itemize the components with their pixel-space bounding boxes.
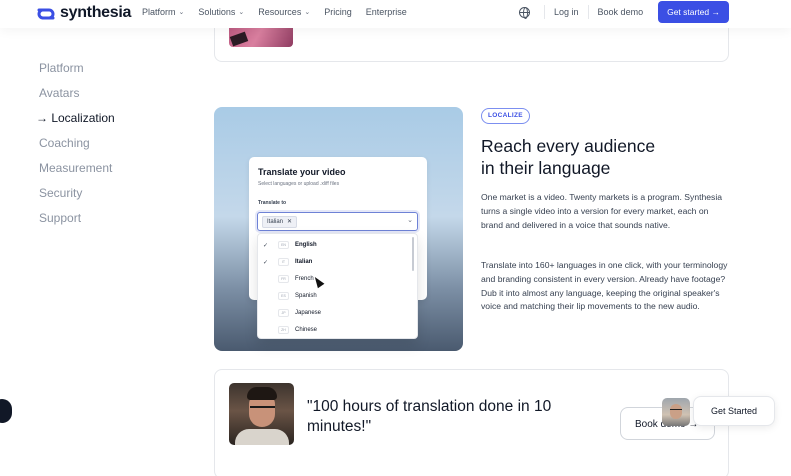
chip-label: Italian	[267, 219, 284, 225]
portrait-shirt	[235, 429, 289, 445]
get-started-button[interactable]: Get started →	[658, 1, 729, 23]
chat-widget-icon[interactable]	[0, 399, 12, 423]
portrait-glasses	[250, 406, 275, 412]
sidebar-item-coaching[interactable]: Coaching	[39, 135, 115, 160]
nav-label: Platform	[142, 7, 176, 17]
language-select[interactable]: Italian ✕ ⌄	[257, 212, 418, 231]
language-code: FR	[278, 275, 289, 283]
language-name: Chinese	[295, 327, 318, 333]
language-option-french[interactable]: FR French	[258, 271, 408, 287]
portrait-hair	[247, 387, 277, 400]
nav-label: Resources	[258, 7, 302, 17]
primary-nav: Platform ⌄ Solutions ⌄ Resources ⌄ Pricing …	[142, 7, 407, 17]
translate-card-title: Translate your video	[258, 167, 346, 177]
login-link[interactable]: Log in	[544, 5, 588, 19]
section-headline: Reach every audience in their language	[481, 135, 721, 179]
nav-platform[interactable]: Platform ⌄	[142, 7, 184, 17]
nav-solutions[interactable]: Solutions ⌄	[198, 7, 244, 17]
chevron-down-icon: ⌄	[304, 9, 311, 16]
chevron-down-icon: ⌄	[178, 9, 185, 16]
nav-pricing[interactable]: Pricing	[324, 7, 352, 17]
top-nav-bar: synthesia Platform ⌄ Solutions ⌄ Resources…	[0, 0, 791, 28]
sidebar-item-security[interactable]: Security	[39, 185, 115, 210]
language-name: Spanish	[295, 293, 317, 299]
translate-to-label: Translate to	[258, 200, 287, 206]
language-chip: Italian ✕	[262, 216, 298, 228]
sidebar-item-support[interactable]: Support	[39, 210, 115, 235]
chevron-down-icon: ⌄	[238, 9, 245, 16]
sidebar-item-localization[interactable]: → Localization	[36, 110, 115, 135]
sidebar-item-avatars[interactable]: Avatars	[39, 85, 115, 110]
avatar-glasses	[670, 409, 682, 412]
globe-icon[interactable]	[519, 6, 531, 19]
language-name: Italian	[295, 259, 313, 265]
book-demo-link[interactable]: Book demo	[587, 5, 653, 19]
language-name: Japanese	[295, 310, 322, 316]
close-icon[interactable]: ✕	[287, 217, 292, 227]
language-option-japanese[interactable]: JP Japanese	[258, 305, 408, 321]
dropdown-scrollbar[interactable]	[412, 237, 414, 271]
synthesia-logo-icon	[37, 7, 55, 20]
language-dropdown: ✓ EN English ✓ IT Italian FR French ES S…	[257, 233, 418, 339]
sidebar-item-measurement[interactable]: Measurement	[39, 160, 115, 185]
testimonial-quote: "100 hours of translation done in 10 min…	[307, 398, 552, 435]
check-icon: ✓	[263, 259, 269, 266]
brand-name: synthesia	[60, 4, 132, 21]
language-code: IT	[278, 258, 289, 266]
language-code: ZH	[278, 326, 289, 334]
nav-enterprise[interactable]: Enterprise	[366, 7, 407, 17]
body-paragraph-2: Translate into 160+ languages in one cli…	[481, 260, 728, 312]
sidebar-item-platform[interactable]: Platform	[39, 60, 115, 85]
nav-label: Pricing	[324, 7, 352, 17]
body-paragraph-1: One market is a video. Twenty markets is…	[481, 192, 723, 230]
language-option-italian[interactable]: ✓ IT Italian	[258, 254, 408, 270]
check-icon: ✓	[263, 242, 269, 249]
language-code: ES	[278, 292, 289, 300]
floating-get-started-button[interactable]: Get Started	[693, 396, 775, 426]
nav-resources[interactable]: Resources ⌄	[258, 7, 310, 17]
chevron-down-icon[interactable]: ⌄	[407, 216, 413, 224]
language-option-chinese[interactable]: ZH Chinese	[258, 322, 408, 338]
language-name: English	[295, 242, 317, 248]
language-option-spanish[interactable]: ES Spanish	[258, 288, 408, 304]
customer-portrait	[229, 383, 294, 445]
localize-badge: LOCALIZE	[481, 108, 530, 124]
header-actions: Log in Book demo Get started →	[519, 1, 729, 23]
translate-card-subtitle: Select languages or upload .xliff files	[258, 181, 340, 187]
language-option-english[interactable]: ✓ EN English	[258, 237, 408, 253]
nav-label: Enterprise	[365, 7, 407, 17]
brand-logo[interactable]: synthesia	[37, 4, 131, 22]
language-code: JP	[278, 309, 289, 317]
nav-label: Solutions	[198, 7, 236, 17]
language-code: EN	[278, 241, 289, 249]
headline-line-1: Reach every audience	[481, 136, 656, 156]
avatar[interactable]	[662, 398, 690, 426]
headline-line-2: in their language	[481, 158, 611, 178]
section-sidebar: Platform Avatars → Localization Coaching…	[36, 60, 115, 235]
